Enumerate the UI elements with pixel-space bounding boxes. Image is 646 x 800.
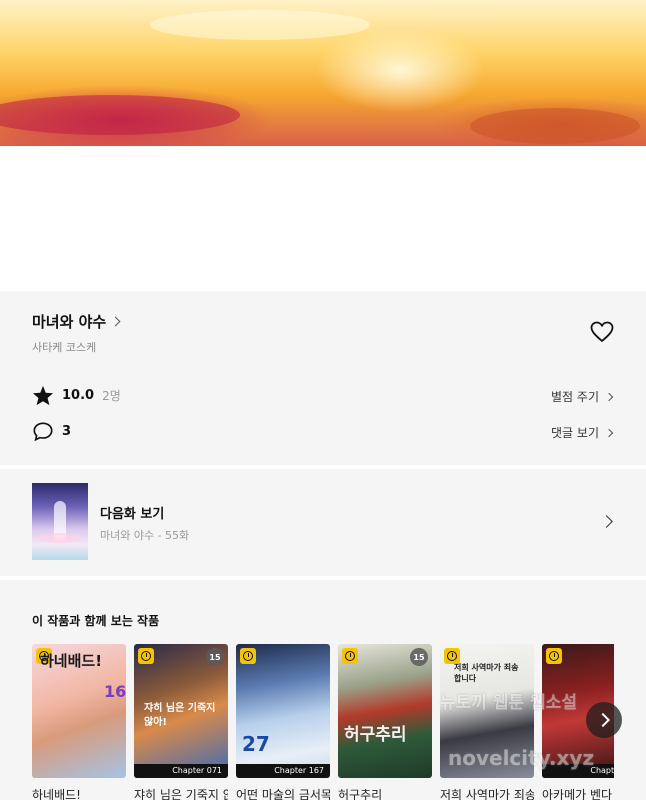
clock-icon	[138, 648, 154, 664]
view-comments-label: 댓글 보기	[551, 426, 599, 440]
recommendation-cover: 하네배드! 16	[32, 644, 126, 778]
recommendations-section: 이 작품과 함께 보는 작품 하네배드! 16 하네배드! 15 쟈히 님은 기…	[0, 580, 646, 800]
rating-count: 2명	[102, 389, 121, 403]
next-episode-thumbnail	[32, 483, 88, 560]
recommendation-card[interactable]: 27 Chapter 167 어떤 마술의 금서목록	[236, 644, 330, 800]
chapter-label: Chapter 0	[542, 764, 614, 778]
cover-volume-number: 27	[242, 732, 270, 756]
recommendation-cover: 저희 사역마가 죄송합니다	[440, 644, 534, 778]
chevron-right-icon	[110, 316, 121, 327]
recommendation-card[interactable]: 15 허구추리 허구추리	[338, 644, 432, 800]
rating-row: 10.0 2명	[32, 385, 121, 406]
rate-button-label: 별점 주기	[551, 390, 599, 404]
chapter-label: Chapter 167	[236, 764, 330, 778]
recommendation-title: 허구추리	[338, 788, 383, 800]
work-info-panel: 마녀와 야수 사타케 코스케 10.0 2명 별점 주기 3 댓글 보기	[0, 291, 646, 465]
cover-title-text: 쟈히 님은 기죽지 않아!	[144, 703, 216, 728]
heart-icon[interactable]	[590, 321, 614, 343]
clock-icon	[342, 648, 358, 664]
next-episode-subtitle: 마녀와 야수 - 55화	[100, 529, 190, 542]
rate-button[interactable]: 별점 주기	[551, 388, 614, 405]
recommendation-card[interactable]: 15 쟈히 님은 기죽지 않아! Chapter 071 쟈히 님은 기죽지 않…	[134, 644, 228, 800]
recommendation-title: 쟈히 님은 기죽지 않아!	[134, 788, 228, 800]
comment-count: 3	[62, 424, 72, 439]
recommendation-title: 하네배드!	[32, 788, 81, 800]
next-episode-card[interactable]: 다음화 보기 마녀와 야수 - 55화	[0, 469, 646, 576]
hero-cloud	[0, 95, 240, 135]
hero-banner	[0, 0, 646, 146]
age-rating-badge: 15	[410, 648, 428, 666]
recommendation-cover: 15 허구추리	[338, 644, 432, 778]
recommendation-card[interactable]: 하네배드! 16 하네배드!	[32, 644, 126, 800]
recommendation-title: 어떤 마술의 금서목록	[236, 788, 330, 800]
recommendations-carousel: 하네배드! 16 하네배드! 15 쟈히 님은 기죽지 않아! Chapter …	[32, 644, 614, 800]
next-episode-label: 다음화 보기	[100, 507, 165, 522]
rating-value: 10.0	[62, 388, 95, 403]
hero-cloud	[470, 108, 640, 144]
comment-row: 3	[32, 421, 71, 442]
view-comments-button[interactable]: 댓글 보기	[551, 424, 614, 441]
star-icon	[32, 385, 54, 406]
clock-icon	[546, 648, 562, 664]
recommendation-title: 저희 사역마가 죄송합니다	[440, 788, 534, 800]
hero-cloud	[150, 10, 370, 40]
comment-icon	[33, 422, 53, 442]
work-title-link[interactable]: 마녀와 야수	[32, 311, 121, 332]
age-rating-badge: 15	[206, 648, 224, 666]
work-title: 마녀와 야수	[32, 313, 107, 331]
chapter-label: Chapter 071	[134, 764, 228, 778]
recommendation-card[interactable]: 저희 사역마가 죄송합니다 저희 사역마가 죄송합니다	[440, 644, 534, 800]
cover-title-text: 저희 사역마가 죄송합니다	[454, 663, 519, 683]
recommendation-cover: 27 Chapter 167	[236, 644, 330, 778]
recommendations-heading: 이 작품과 함께 보는 작품	[32, 614, 160, 628]
work-author[interactable]: 사타케 코스케	[32, 339, 96, 355]
hero-spacer	[0, 146, 646, 291]
cover-volume-number: 16	[104, 682, 126, 701]
carousel-next-button[interactable]	[586, 702, 622, 738]
recommendation-title: 아카메가 벤다	[542, 788, 613, 800]
recommendation-cover: 15 쟈히 님은 기죽지 않아! Chapter 071	[134, 644, 228, 778]
cover-title-text: 하네배드!	[40, 652, 103, 670]
cover-title-text: 허구추리	[344, 725, 407, 745]
chevron-right-icon	[600, 515, 613, 528]
clock-icon	[240, 648, 256, 664]
chevron-right-icon	[604, 428, 614, 437]
chevron-right-icon	[604, 392, 614, 401]
